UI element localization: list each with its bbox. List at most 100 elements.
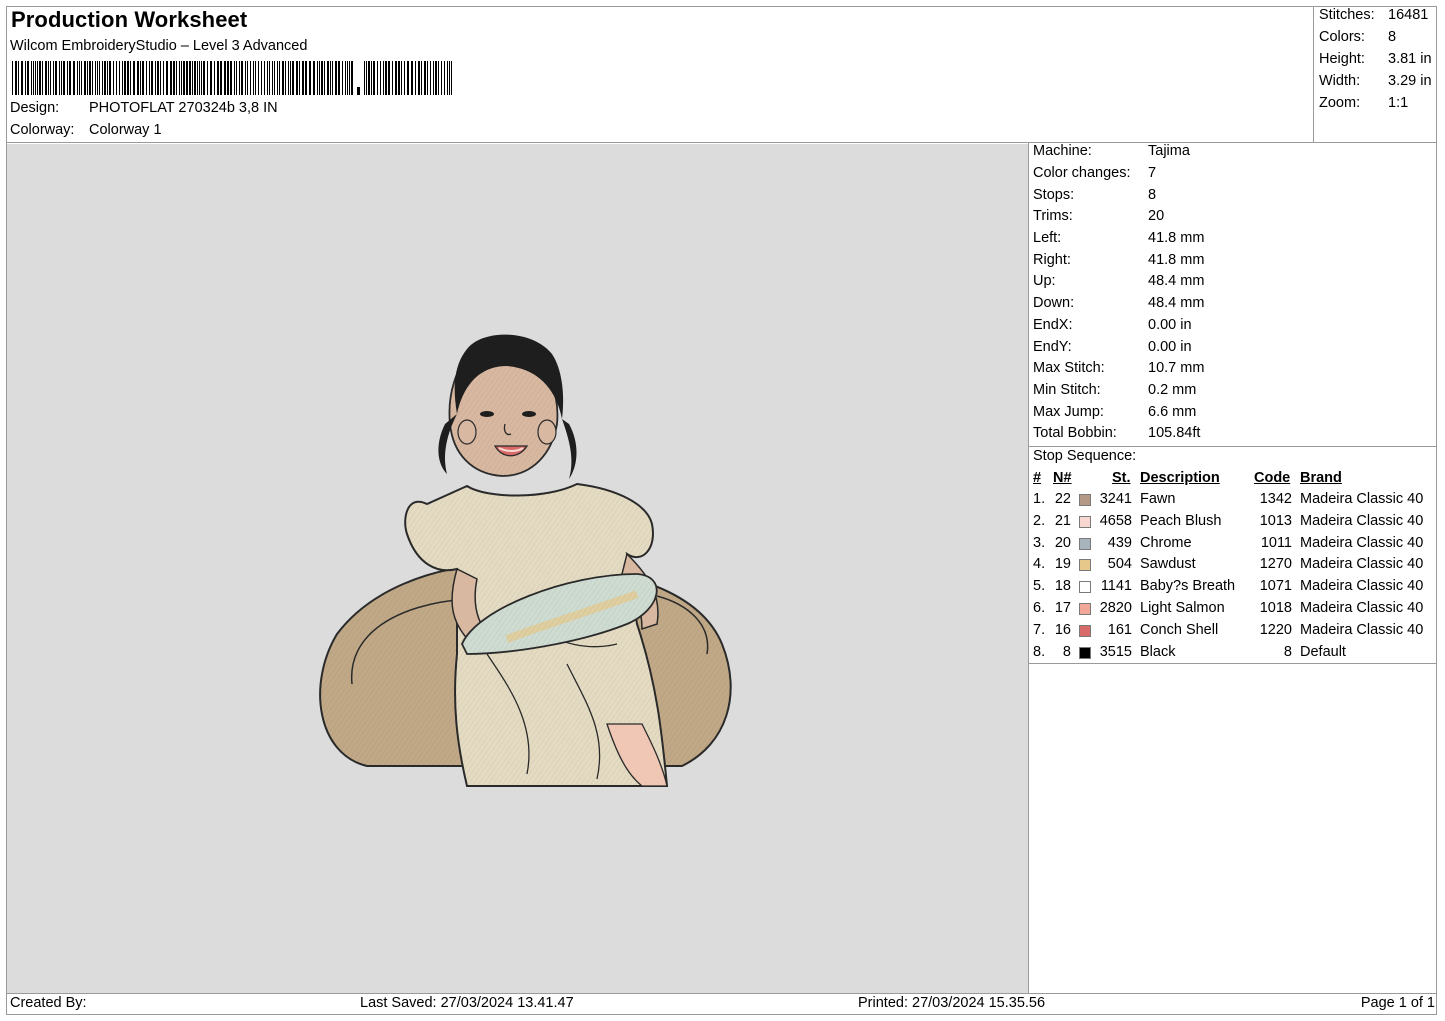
row-needle: 18	[1054, 578, 1071, 595]
row-stitches: 3515	[1099, 643, 1132, 660]
column-header-brand: Brand	[1300, 470, 1342, 486]
machine-info-label: Total Bobbin:	[1033, 425, 1117, 441]
stop-sequence-title: Stop Sequence:	[1033, 448, 1137, 464]
row-stitches: 1141	[1100, 578, 1132, 595]
row-description: Peach Blush	[1140, 512, 1222, 529]
row-description: Sawdust	[1140, 556, 1196, 573]
column-header-num: #	[1033, 470, 1042, 486]
view-divider	[1028, 143, 1029, 993]
row-code: 1220	[1259, 621, 1292, 638]
row-stitches: 4658	[1099, 512, 1132, 529]
column-header-description: Description	[1140, 470, 1220, 486]
machine-info-value: 20	[1148, 208, 1165, 224]
row-brand: Madeira Classic 40	[1300, 578, 1424, 595]
summary-value: 1:1	[1388, 95, 1409, 111]
row-stitches: 439	[1107, 534, 1132, 551]
row-brand: Madeira Classic 40	[1300, 512, 1424, 529]
row-description: Light Salmon	[1140, 600, 1225, 616]
row-brand: Madeira Classic 40	[1300, 621, 1424, 638]
column-header-needle: N#	[1053, 470, 1072, 486]
machine-info-value: 105.84ft	[1148, 425, 1201, 441]
page-title: Production Worksheet	[11, 7, 248, 32]
row-code: 1011	[1260, 534, 1292, 551]
created-by: Created By:	[10, 995, 87, 1011]
summary-label: Colors:	[1319, 29, 1365, 45]
machine-info-value: 48.4 mm	[1148, 273, 1205, 289]
machine-info-label: Up:	[1033, 273, 1056, 289]
machine-info-value: 10.7 mm	[1148, 360, 1205, 376]
row-brand: Default	[1300, 643, 1346, 660]
row-stitches: 3241	[1099, 491, 1132, 507]
summary-divider	[1313, 7, 1314, 142]
machine-info-label: EndX:	[1033, 317, 1073, 333]
row-needle: 19	[1054, 556, 1071, 573]
machine-info-value: 6.6 mm	[1148, 404, 1197, 420]
summary-value: 3.81 in	[1388, 51, 1432, 67]
row-code: 1071	[1259, 578, 1292, 595]
machine-info-value: 0.2 mm	[1148, 382, 1197, 398]
summary-value: 3.29 in	[1388, 73, 1432, 89]
row-description: Black	[1140, 643, 1176, 660]
row-brand: Madeira Classic 40	[1300, 534, 1424, 551]
embroidery-artwork	[319, 334, 732, 787]
summary-label: Width:	[1319, 73, 1361, 89]
footer-divider	[7, 993, 1437, 994]
row-code: 1018	[1259, 600, 1292, 616]
machine-info-label: Left:	[1033, 230, 1062, 246]
machine-info-value: 7	[1148, 165, 1157, 181]
summary-label: Stitches:	[1319, 7, 1375, 23]
machine-info-label: Color changes:	[1033, 165, 1131, 181]
row-description: Conch Shell	[1140, 621, 1219, 638]
summary-label: Zoom:	[1319, 95, 1361, 111]
machine-info-label: EndY:	[1033, 339, 1072, 355]
summary-value: 8	[1388, 29, 1397, 45]
row-stitches: 161	[1107, 621, 1132, 638]
row-needle: 22	[1054, 491, 1071, 507]
row-needle: 21	[1054, 512, 1071, 529]
machine-info-value: 41.8 mm	[1148, 230, 1205, 246]
machine-info-value: 48.4 mm	[1148, 295, 1205, 311]
row-code: 1342	[1259, 491, 1292, 507]
machine-info-label: Max Stitch:	[1033, 360, 1105, 376]
row-description: Chrome	[1140, 534, 1192, 551]
barcode-image	[12, 61, 452, 95]
summary-label: Height:	[1319, 51, 1365, 67]
design-value: PHOTOFLAT 270324b 3,8 IN	[89, 100, 278, 116]
row-brand: Madeira Classic 40	[1300, 491, 1424, 507]
column-header-code: Code	[1254, 470, 1291, 486]
machine-info-value: Tajima	[1148, 143, 1190, 159]
colorway-label: Colorway:	[10, 122, 75, 138]
colorway-value: Colorway 1	[89, 122, 162, 138]
machine-divider	[1029, 446, 1437, 447]
row-needle: 8	[1062, 643, 1071, 660]
row-description: Fawn	[1140, 491, 1176, 507]
design-label: Design:	[10, 100, 60, 116]
row-code: 8	[1283, 643, 1292, 660]
page-number: Page 1 of 1	[1360, 995, 1435, 1011]
row-needle: 20	[1054, 534, 1071, 551]
machine-info-value: 41.8 mm	[1148, 252, 1205, 268]
row-needle: 17	[1054, 600, 1071, 616]
machine-info-label: Max Jump:	[1033, 404, 1104, 420]
machine-info-value: 8	[1148, 187, 1157, 203]
stop-divider	[1029, 663, 1437, 664]
machine-info-label: Down:	[1033, 295, 1075, 311]
machine-info-value: 0.00 in	[1148, 339, 1192, 355]
machine-info-label: Stops:	[1033, 187, 1075, 203]
last-saved: Last Saved: 27/03/2024 13.41.47	[360, 995, 574, 1011]
row-brand: Madeira Classic 40	[1300, 556, 1424, 573]
printed-date: Printed: 27/03/2024 15.35.56	[858, 995, 1046, 1011]
machine-info-label: Min Stitch:	[1033, 382, 1101, 398]
row-description: Baby?s Breath	[1140, 578, 1236, 595]
summary-value: 16481	[1388, 7, 1429, 23]
row-code: 1270	[1259, 556, 1292, 573]
header-divider	[7, 142, 1437, 143]
machine-info-label: Trims:	[1033, 208, 1073, 224]
software-name: Wilcom EmbroideryStudio – Level 3 Advanc…	[10, 38, 308, 54]
column-header-stitches: St.	[1112, 470, 1131, 486]
row-needle: 16	[1054, 621, 1071, 638]
design-preview	[7, 144, 1028, 993]
machine-info-label: Right:	[1033, 252, 1071, 268]
row-stitches: 504	[1107, 556, 1132, 573]
machine-info-label: Machine:	[1033, 143, 1092, 159]
